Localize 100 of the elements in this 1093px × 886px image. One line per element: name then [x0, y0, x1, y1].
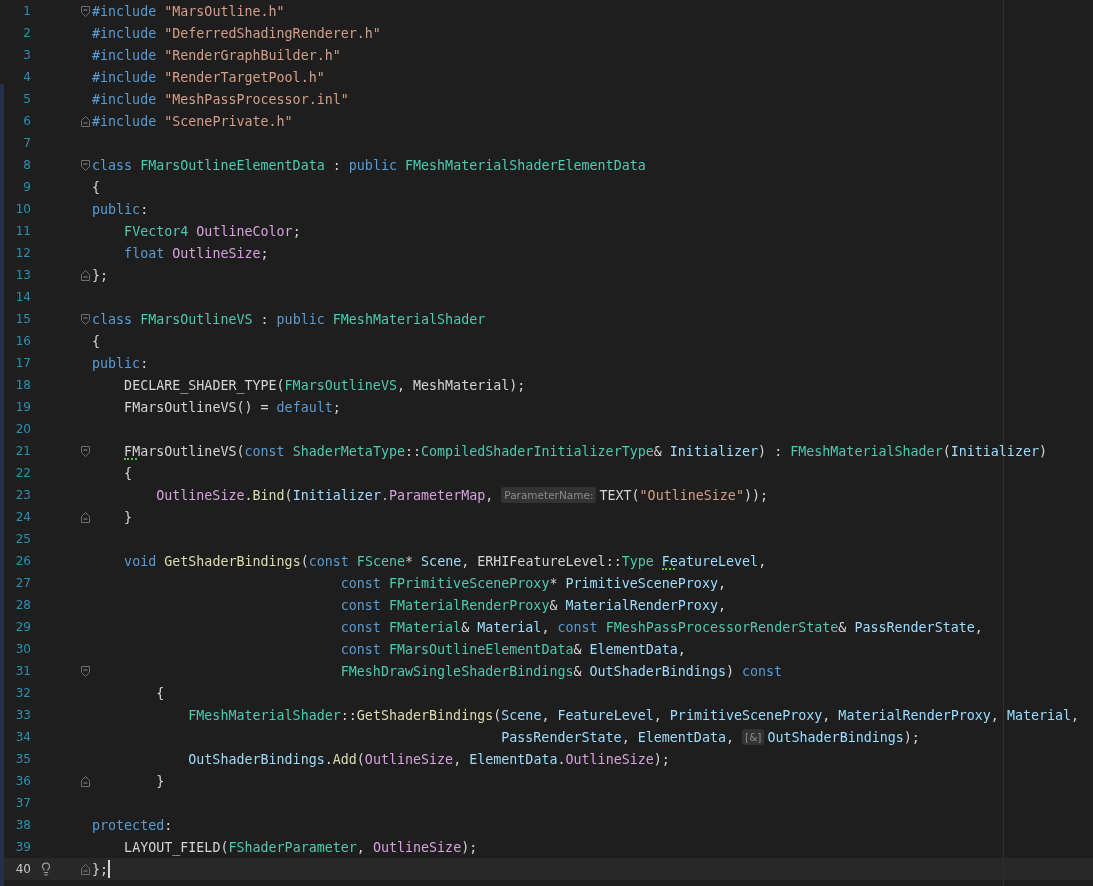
- line-number: 2: [22, 26, 31, 40]
- fold-collapse-icon[interactable]: [81, 5, 90, 17]
- text-cursor: [108, 860, 110, 878]
- code-token: FeatureLevel: [557, 707, 654, 723]
- line-number: 36: [14, 774, 31, 788]
- code-token: "RenderTargetPool.h": [164, 69, 325, 85]
- code-token: OutlineSize: [364, 751, 454, 767]
- line-number: 30: [14, 642, 31, 656]
- line-number: 15: [14, 312, 31, 326]
- line-number: 8: [22, 158, 31, 172]
- code-token: FVector4: [124, 223, 189, 239]
- line-number: 34: [14, 730, 31, 744]
- code-token: class: [92, 311, 133, 327]
- code-token: }: [156, 773, 165, 789]
- code-token: FShaderParameter: [228, 839, 357, 855]
- line-number: 5: [22, 92, 31, 106]
- code-token: .: [324, 751, 333, 767]
- code-token: protected: [92, 817, 165, 833]
- code-token: Scene: [501, 707, 542, 723]
- code-token: :: [140, 201, 149, 217]
- code-token: "MarsOutline.h": [164, 3, 285, 19]
- code-token: ): [725, 663, 734, 679]
- code-token: const: [340, 575, 381, 591]
- code-token: #include: [92, 91, 157, 107]
- line-number: 1: [22, 4, 31, 18]
- line-number: 11: [14, 224, 31, 238]
- code-token: :: [140, 355, 149, 371]
- code-token: const: [557, 619, 598, 635]
- fold-end-icon[interactable]: [81, 863, 90, 875]
- code-token: (: [493, 707, 502, 723]
- code-token: .Bind: [244, 487, 285, 503]
- code-token: );: [461, 839, 478, 855]
- line-number: 26: [14, 554, 31, 568]
- line-number: 32: [14, 686, 31, 700]
- code-token: }: [124, 509, 133, 525]
- code-token: ,: [485, 487, 494, 503]
- code-token: FMeshDrawSingleShaderBindings: [340, 663, 574, 679]
- code-token-warning: FeatureLevel: [661, 553, 759, 569]
- code-token: FMeshMaterialShader: [790, 443, 943, 459]
- line-number: 31: [14, 664, 31, 678]
- code-token: Scene: [421, 553, 462, 569]
- fold-end-icon[interactable]: [81, 511, 90, 523]
- code-token: ::: [405, 443, 422, 459]
- code-token: ;: [260, 245, 269, 261]
- code-token: FMeshPassProcessorRenderState: [605, 619, 839, 635]
- code-token: (: [236, 443, 245, 459]
- code-token: ;: [292, 223, 301, 239]
- code-token: ) :: [758, 443, 783, 459]
- code-token: ElementData: [469, 751, 558, 767]
- code-token: ;: [332, 399, 341, 415]
- line-number: 23: [14, 488, 31, 502]
- fold-collapse-icon[interactable]: [81, 665, 90, 677]
- code-token: OutlineColor: [196, 223, 293, 239]
- line-number: 25: [14, 532, 31, 546]
- code-token: GetShaderBindings: [164, 553, 301, 569]
- code-token: OutShaderBindings: [188, 751, 325, 767]
- fold-collapse-icon[interactable]: [81, 159, 90, 171]
- code-token: ShaderMetaType: [292, 443, 405, 459]
- code-token: default: [276, 399, 333, 415]
- line-number: 24: [14, 510, 31, 524]
- fold-end-icon[interactable]: [81, 115, 90, 127]
- line-number: 12: [14, 246, 31, 260]
- code-token: FMarsOutlineVS() =: [124, 399, 269, 415]
- lightbulb-icon[interactable]: [39, 862, 53, 876]
- code-token: *: [549, 575, 558, 591]
- code-token: );: [653, 751, 670, 767]
- code-token: , MeshMaterial);: [396, 377, 526, 393]
- fold-collapse-icon[interactable]: [81, 445, 90, 457]
- code-token: Type: [621, 553, 654, 569]
- code-token: FMeshMaterialShaderElementData: [405, 157, 646, 173]
- code-token: PrimitiveSceneProxy: [669, 707, 823, 723]
- code-token: FScene: [356, 553, 405, 569]
- line-number: 29: [14, 620, 31, 634]
- code-token: OutShaderBindings: [767, 729, 904, 745]
- code-token: :: [260, 311, 269, 327]
- code-token: Material: [477, 619, 542, 635]
- line-number: 14: [14, 290, 31, 304]
- code-token: &: [461, 619, 470, 635]
- code-token: ,: [1071, 707, 1080, 723]
- code-token: "RenderGraphBuilder.h": [164, 47, 341, 63]
- code-token: ));: [743, 487, 768, 503]
- code-token: ,: [541, 619, 550, 635]
- code-token: ,: [356, 839, 365, 855]
- code-token: {: [124, 465, 133, 481]
- fold-end-icon[interactable]: [81, 269, 90, 281]
- code-token: #include: [92, 3, 157, 19]
- code-token: };: [92, 267, 109, 283]
- code-token: (: [284, 487, 293, 503]
- code-token: "ScenePrivate.h": [164, 113, 293, 129]
- code-token: FMeshMaterialShader: [332, 311, 486, 327]
- code-token: :: [332, 157, 341, 173]
- code-token: TEXT(: [599, 487, 640, 503]
- fold-end-icon[interactable]: [81, 775, 90, 787]
- code-token: ,: [653, 707, 662, 723]
- code-token: public: [348, 157, 397, 173]
- code-token: OutlineSize: [172, 245, 261, 261]
- fold-collapse-icon[interactable]: [81, 313, 90, 325]
- code-token: &: [838, 619, 847, 635]
- line-number: 33: [14, 708, 31, 722]
- code-token: const: [742, 663, 783, 679]
